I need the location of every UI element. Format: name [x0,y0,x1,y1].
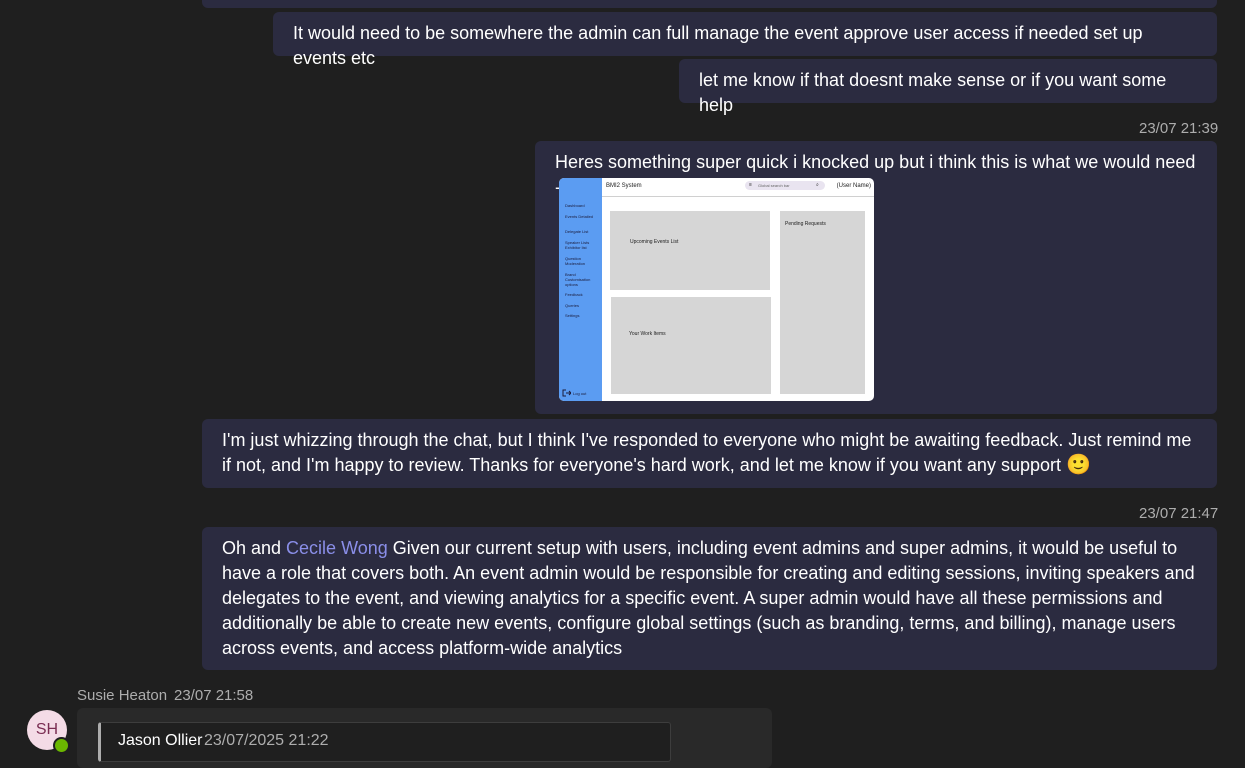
mockup-logout: Log out [573,391,587,396]
message-text: I'm just whizzing through the chat, but … [222,430,1192,475]
message-top-fragment [202,0,1217,8]
quote-time: 23/07/2025 21:22 [204,732,329,749]
mockup-user: (User Name) [836,183,871,189]
mockup-upcoming-panel: Upcoming Events List [610,211,770,290]
mention-link[interactable]: Cecile Wong [286,538,388,558]
mockup-search: Global search bar ≡ ⌕ [745,181,825,190]
mockup-header: BMI2 System Global search bar ≡ ⌕ (User … [602,178,874,197]
message-bubble[interactable]: let me know if that doesnt make sense or… [679,59,1217,115]
mockup-nav-item: Speaker Lists Exhibitor list [565,240,590,250]
message-text: let me know if that doesnt make sense or… [699,70,1167,115]
mockup-nav-item: Dashboard [565,203,585,208]
message-timestamp: 23/07 21:39 [1139,120,1219,137]
quote-author: Jason Ollier [118,732,203,749]
mockup-pending-panel: Pending Requests [780,211,865,394]
mockup-search-text: Global search bar [758,183,790,188]
menu-icon: ≡ [749,182,752,188]
message-bubble[interactable]: Oh and Cecile Wong Given our current set… [202,527,1217,670]
mockup-panel-label: Your Work Items [629,331,666,337]
message-timestamp: 23/07 21:47 [1139,505,1219,522]
message-bubble[interactable]: It would need to be somewhere the admin … [273,12,1217,68]
mockup-nav-item: Delegate List [565,229,589,234]
mockup-nav-item: Feedback [565,292,583,297]
presence-available-icon [53,737,70,754]
sender-name: Susie Heaton [77,687,168,704]
mockup-panel-label: Upcoming Events List [630,239,679,245]
quoted-reply[interactable]: Jason Ollier 23/07/2025 21:22 [98,722,671,762]
incoming-message-bubble[interactable]: Jason Ollier 23/07/2025 21:22 [77,708,772,768]
mockup-nav-item: Brand Customisation options [565,272,591,287]
mockup-work-panel: Your Work Items [611,297,771,394]
sender-timestamp: 23/07 21:58 [174,687,254,704]
message-bubble[interactable]: I'm just whizzing through the chat, but … [202,419,1217,488]
message-text: Oh and [222,538,287,558]
mockup-nav-item: Events Detailed [565,214,594,219]
smile-emoji-icon: 🙂 [1066,454,1091,476]
mockup-panel-label: Pending Requests [785,221,826,227]
logout-icon [562,389,571,397]
mockup-nav-item: Settings [565,313,580,318]
mockup-sidebar: Dashboard Events Detailed Delegate List … [559,178,602,401]
search-icon: ⌕ [816,182,819,188]
mockup-nav-item: Queries [565,303,580,308]
mockup-title: BMI2 System [606,183,642,189]
mockup-nav-item: Question Moderation [565,256,586,266]
mockup-image[interactable]: Dashboard Events Detailed Delegate List … [559,178,874,401]
